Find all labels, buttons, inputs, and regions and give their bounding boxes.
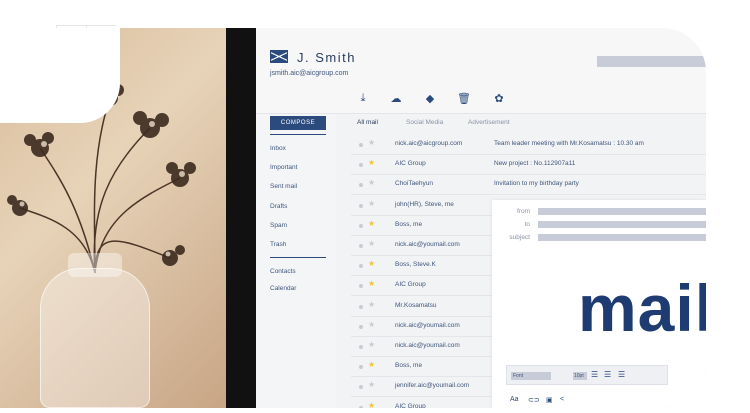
unread-dot[interactable] bbox=[359, 405, 363, 408]
star-icon[interactable]: ★ bbox=[368, 158, 375, 167]
mail-sender: Mr.Kosamatsu bbox=[395, 301, 437, 309]
mail-sender: Boss, me bbox=[395, 220, 423, 228]
sidebar-item-sent[interactable]: Sent mail bbox=[270, 183, 297, 190]
compose-window: from to subject mail Font 10pt ☰ ☰ ☰ Aa … bbox=[492, 200, 706, 408]
text-format-icon[interactable]: Aa bbox=[510, 396, 519, 403]
unread-dot[interactable] bbox=[359, 304, 363, 309]
hero-frame: J. Smith jsmith.aic@aicgroup.com ⤓ ☁ ◆ 🗑… bbox=[0, 28, 706, 408]
subject-field[interactable] bbox=[538, 234, 706, 241]
mail-sender: AIC Group bbox=[395, 281, 426, 289]
star-icon[interactable]: ★ bbox=[368, 178, 375, 187]
star-icon[interactable]: ★ bbox=[368, 259, 375, 268]
mail-subject: New project : No.112907a11 bbox=[494, 160, 576, 168]
align-left-icon[interactable]: ☰ bbox=[591, 370, 598, 379]
tab-advertisement[interactable]: Advertisement bbox=[468, 119, 510, 126]
from-label: from bbox=[517, 208, 530, 215]
mail-subject: Team leader meeting with Mr.Kosamatsu : … bbox=[494, 140, 644, 147]
glass-jar bbox=[40, 268, 150, 408]
format-toolbar: Font 10pt ☰ ☰ ☰ bbox=[506, 365, 668, 385]
toolbar: ⤓ ☁ ◆ 🗑 ✿ bbox=[256, 86, 706, 114]
corner-notch bbox=[0, 28, 120, 123]
star-icon[interactable]: ★ bbox=[368, 138, 375, 147]
star-icon[interactable]: ★ bbox=[368, 199, 375, 208]
unread-dot[interactable] bbox=[359, 365, 363, 370]
mail-sender: Boss, Steve.K bbox=[395, 261, 436, 269]
mail-sender: AIC Group bbox=[395, 160, 426, 168]
compose-button[interactable]: COMPOSE bbox=[270, 116, 326, 130]
mail-row[interactable]: ★ ChoiTaehyun Invitation to my birthday pa… bbox=[351, 175, 706, 196]
unread-dot[interactable] bbox=[359, 244, 363, 248]
mail-sender: AIC Group bbox=[395, 402, 426, 408]
sidebar-item-calendar[interactable]: Calendar bbox=[270, 285, 296, 292]
mail-sender: ChoiTaehyun bbox=[395, 180, 433, 188]
monitor-bezel bbox=[226, 28, 256, 408]
star-icon[interactable]: ★ bbox=[368, 239, 375, 248]
mail-sender: john(HR), Steve, me bbox=[395, 200, 454, 208]
from-field[interactable] bbox=[538, 208, 706, 215]
tab-all-mail[interactable]: All mail bbox=[357, 119, 378, 126]
unread-dot[interactable] bbox=[359, 284, 363, 289]
unread-dot[interactable] bbox=[359, 183, 363, 188]
mail-sender: nick.aic@youmail.com bbox=[395, 241, 460, 248]
link-icon[interactable]: ⊂⊃ bbox=[528, 396, 540, 404]
mail-sender: Boss, me bbox=[395, 362, 423, 370]
mail-sender: nick.aic@aicgroup.com bbox=[395, 140, 463, 147]
cloud-icon[interactable]: ☁ bbox=[389, 92, 403, 105]
sidebar-item-drafts[interactable]: Drafts bbox=[270, 203, 287, 210]
font-select[interactable]: Font bbox=[511, 372, 551, 380]
unread-dot[interactable] bbox=[359, 385, 363, 390]
mail-subject: Invitation to my birthday party bbox=[494, 180, 579, 188]
mail-sender: nick.aic@youmail.com bbox=[395, 342, 460, 349]
sidebar-divider bbox=[270, 134, 326, 135]
sidebar-item-inbox[interactable]: Inbox bbox=[270, 145, 286, 152]
star-icon[interactable]: ★ bbox=[368, 340, 375, 349]
download-icon[interactable]: ⤓ bbox=[356, 92, 370, 105]
sidebar-divider bbox=[270, 257, 326, 258]
star-icon[interactable]: ★ bbox=[368, 360, 375, 369]
unread-dot[interactable] bbox=[359, 203, 363, 208]
user-email: jsmith.aic@aicgroup.com bbox=[270, 70, 349, 77]
hero-mail-text: mail bbox=[578, 271, 706, 345]
mail-row[interactable]: ★ AIC Group New project : No.112907a11 bbox=[351, 155, 706, 176]
image-icon[interactable]: ▣ bbox=[546, 396, 553, 404]
sidebar bbox=[256, 114, 336, 408]
star-icon[interactable]: ★ bbox=[368, 219, 375, 228]
tag-icon[interactable]: ◆ bbox=[423, 92, 437, 105]
subject-label: subject bbox=[509, 234, 530, 241]
unread-dot[interactable] bbox=[359, 345, 363, 349]
tab-social-media[interactable]: Social Media bbox=[406, 119, 443, 126]
to-label: to bbox=[524, 221, 530, 228]
star-icon[interactable]: ★ bbox=[368, 320, 375, 329]
sidebar-item-trash[interactable]: Trash bbox=[270, 241, 286, 248]
mail-sender: nick.aic@youmail.com bbox=[395, 321, 460, 329]
mail-sender: jennifer.aic@youmail.com bbox=[395, 382, 470, 390]
star-icon[interactable]: ★ bbox=[368, 401, 375, 408]
sidebar-item-contacts[interactable]: Contacts bbox=[270, 268, 296, 275]
to-field[interactable] bbox=[538, 221, 706, 228]
search-bar[interactable] bbox=[597, 56, 706, 67]
mail-row[interactable]: ★ nick.aic@aicgroup.com Team leader meetin… bbox=[351, 135, 706, 155]
app-header: J. Smith jsmith.aic@aicgroup.com bbox=[256, 28, 706, 86]
star-icon[interactable]: ★ bbox=[368, 300, 375, 309]
envelope-icon bbox=[270, 50, 288, 63]
unread-dot[interactable] bbox=[359, 223, 363, 228]
star-icon[interactable]: ★ bbox=[368, 279, 375, 288]
unread-dot[interactable] bbox=[359, 264, 363, 269]
user-name: J. Smith bbox=[297, 50, 356, 65]
align-right-icon[interactable]: ☰ bbox=[618, 370, 625, 379]
align-center-icon[interactable]: ☰ bbox=[604, 370, 611, 379]
share-icon[interactable]: < bbox=[560, 396, 564, 403]
star-icon[interactable]: ★ bbox=[368, 380, 375, 389]
sidebar-item-spam[interactable]: Spam bbox=[270, 222, 287, 229]
sidebar-item-important[interactable]: Important bbox=[270, 164, 297, 171]
unread-dot[interactable] bbox=[359, 163, 363, 168]
unread-dot[interactable] bbox=[359, 324, 363, 329]
trash-icon[interactable]: 🗑 bbox=[457, 92, 471, 105]
font-size-select[interactable]: 10pt bbox=[573, 372, 587, 380]
mail-app: J. Smith jsmith.aic@aicgroup.com ⤓ ☁ ◆ 🗑… bbox=[256, 28, 706, 408]
settings-icon[interactable]: ✿ bbox=[492, 92, 506, 105]
unread-dot[interactable] bbox=[359, 143, 363, 147]
